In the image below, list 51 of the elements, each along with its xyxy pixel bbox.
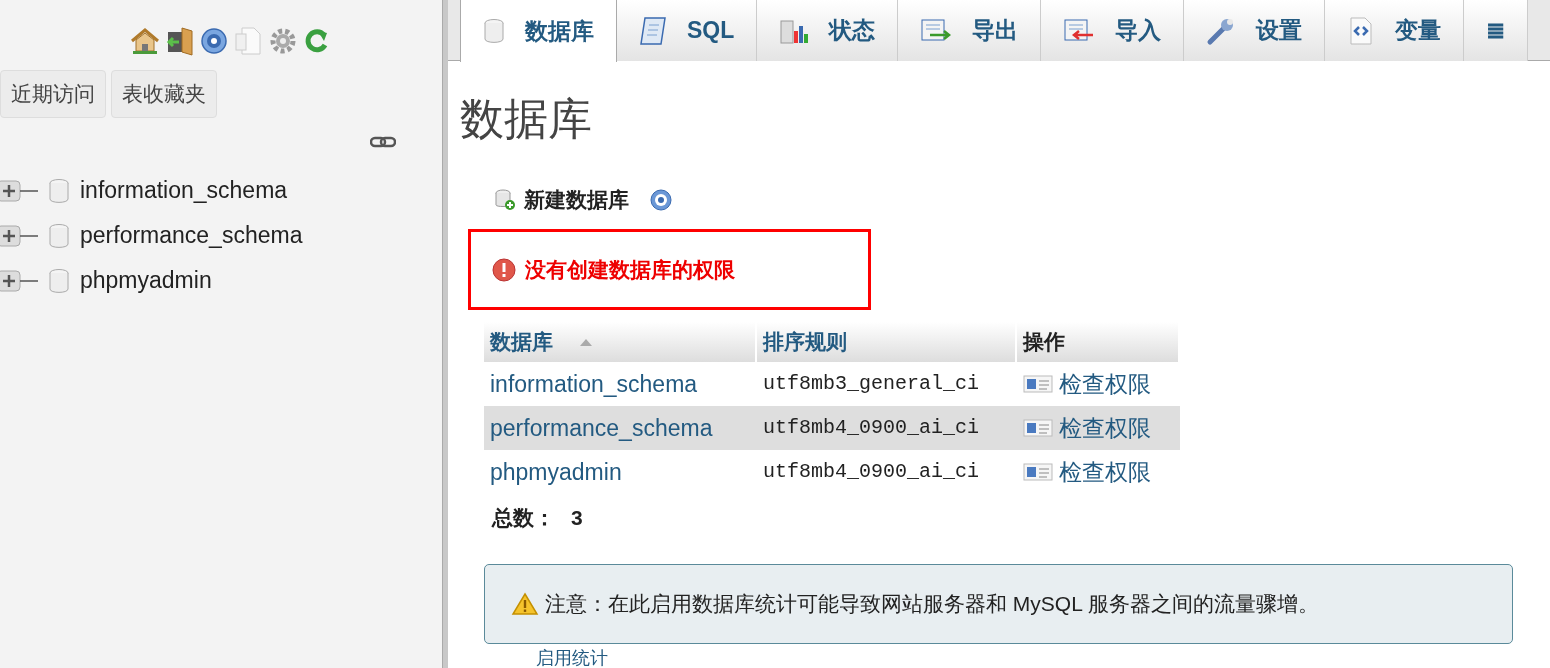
database-tree-item[interactable]: phpmyadmin xyxy=(80,263,212,298)
expand-icon[interactable] xyxy=(0,178,38,203)
error-message: 没有创建数据库的权限 xyxy=(525,256,735,283)
database-tree-item[interactable]: performance_schema xyxy=(80,218,303,253)
sidebar-button[interactable]: 近期访问 xyxy=(0,70,106,118)
table-row[interactable]: performance_schema utf8mb4_0900_ai_ci 检查权限 xyxy=(484,406,1180,450)
database-icon xyxy=(48,222,70,249)
database-icon xyxy=(48,267,70,294)
notice-text: 注意：在此启用数据库统计可能导致网站服务器和 MySQL 服务器之间的流量骤增。 xyxy=(545,590,1319,617)
link-icon[interactable] xyxy=(370,136,396,148)
check-privileges-link[interactable]: 检查权限 xyxy=(1059,454,1151,490)
tab[interactable]: 变量 xyxy=(1325,0,1465,61)
database-icon xyxy=(48,177,70,204)
expand-icon[interactable] xyxy=(0,223,38,248)
tab[interactable]: 导入 xyxy=(1041,0,1185,61)
settings-icon[interactable] xyxy=(268,26,298,56)
expand-icon[interactable] xyxy=(0,268,38,293)
reload-icon[interactable] xyxy=(304,27,330,55)
check-privileges-link[interactable]: 检查权限 xyxy=(1059,366,1151,402)
page-title: 数据库 xyxy=(460,97,592,141)
table-cell: utf8mb4_0900_ai_ci xyxy=(763,416,980,439)
database-icon xyxy=(483,18,505,44)
enable-statistics-link[interactable]: 启用统计 xyxy=(536,647,608,668)
export-icon xyxy=(920,17,953,44)
error-icon xyxy=(491,256,517,283)
import-icon xyxy=(1063,17,1096,44)
user-card-icon xyxy=(1023,374,1053,394)
exit-door-icon[interactable] xyxy=(166,26,194,56)
database-link[interactable]: performance_schema xyxy=(490,414,713,441)
new-database-icon xyxy=(494,189,516,211)
total-value: 3 xyxy=(571,505,583,531)
scroll-icon xyxy=(639,15,667,46)
database-link[interactable]: phpmyadmin xyxy=(490,458,622,485)
warning-icon xyxy=(511,591,539,616)
home-icon[interactable] xyxy=(130,27,160,55)
user-card-icon xyxy=(1023,418,1053,438)
tab[interactable]: SQL xyxy=(617,0,758,61)
tab[interactable]: 设置 xyxy=(1184,0,1326,61)
table-cell: utf8mb3_general_ci xyxy=(763,372,980,395)
tab[interactable]: 状态 xyxy=(757,0,899,61)
tab[interactable]: 导出 xyxy=(898,0,1042,61)
tab[interactable]: 数据库 xyxy=(460,0,617,62)
database-tree-item[interactable]: information_schema xyxy=(80,173,288,208)
check-privileges-link[interactable]: 检查权限 xyxy=(1059,410,1151,446)
total-label: 总数： xyxy=(492,505,555,531)
table-cell: utf8mb4_0900_ai_ci xyxy=(763,460,980,483)
database-link[interactable]: information_schema xyxy=(490,370,698,397)
create-database-link[interactable]: 新建数据库 xyxy=(524,184,629,216)
user-card-icon xyxy=(1023,462,1053,482)
sidebar-button[interactable]: 表收藏夹 xyxy=(111,70,217,118)
tab[interactable]: ≣ xyxy=(1464,0,1529,61)
